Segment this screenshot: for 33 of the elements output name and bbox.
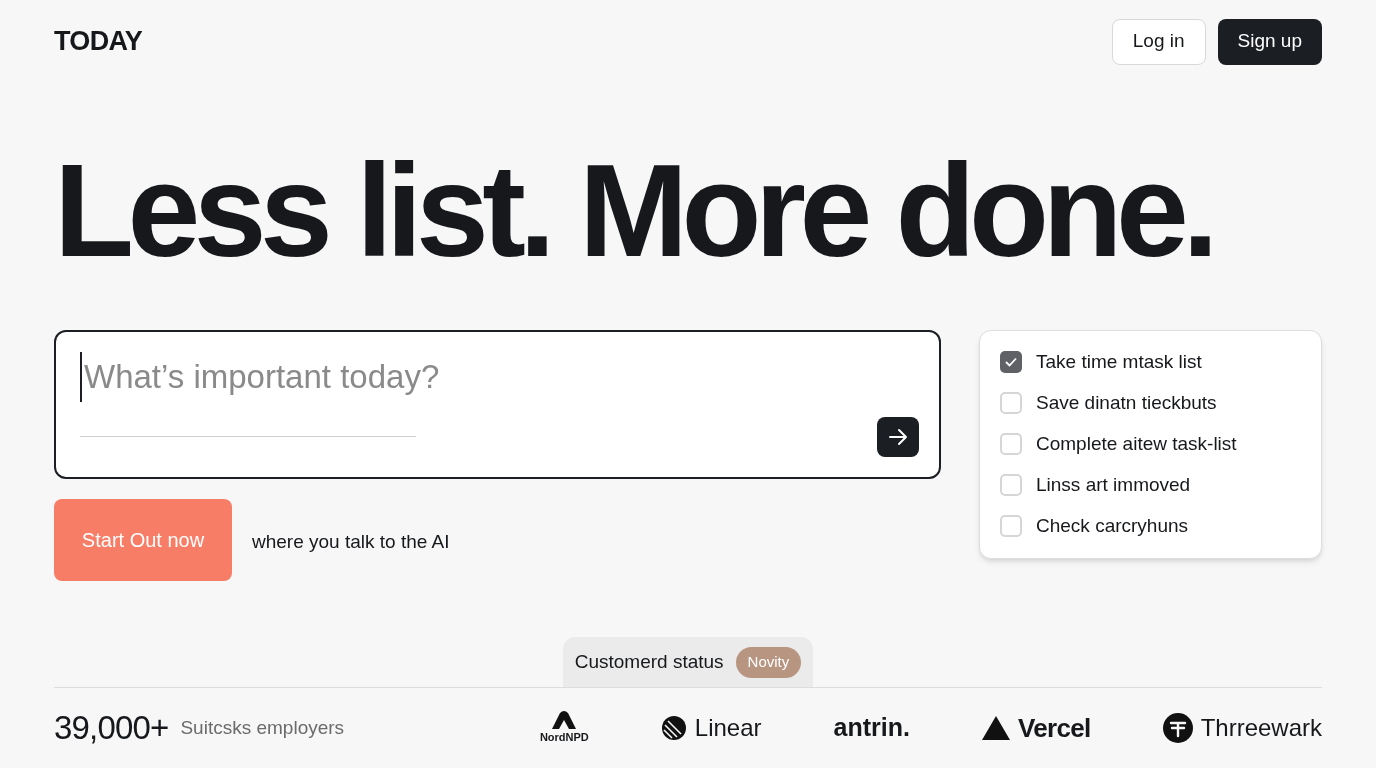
task-label: Linss art immoved (1036, 473, 1191, 498)
arch-logo-icon (550, 710, 579, 729)
triangle-logo-icon (981, 716, 1010, 741)
company-logo-name: NordNPD (539, 729, 589, 745)
task-label: Complete aitew task-list (1036, 432, 1237, 457)
striped-circle-logo-icon (660, 715, 687, 742)
sign-post-logo-icon (1162, 713, 1193, 744)
brand-logo[interactable]: TODAY (54, 21, 143, 62)
company-logo-name: Thrreewark (1200, 713, 1322, 744)
cta-caption: where you talk to the AI (252, 530, 450, 555)
checkbox[interactable] (1000, 433, 1022, 456)
checkmark-icon (1005, 357, 1017, 368)
checkbox[interactable] (1000, 392, 1022, 415)
status-badge: Novity (735, 647, 802, 678)
task-text-input[interactable]: What’s important today? (80, 352, 915, 402)
company-logo-name: Vercel (1017, 711, 1091, 745)
sign-up-button[interactable]: Sign up (1217, 18, 1322, 65)
status-label: Customerd status (574, 650, 724, 675)
task-label: Check carcryhuns (1036, 514, 1189, 539)
log-in-button[interactable]: Log in (1111, 18, 1206, 65)
company-logo-name: Linear (694, 713, 762, 744)
stat-value: 39,000+ (54, 708, 169, 749)
stat-label: Suitcsks employers (180, 715, 345, 740)
submit-arrow-button[interactable] (877, 417, 919, 458)
headline: Less list. More done. (54, 145, 1214, 277)
checkbox[interactable] (1000, 515, 1022, 538)
task-label: Save dinatn tieckbuts (1036, 391, 1217, 416)
task-input-field[interactable]: What’s important today? (54, 330, 941, 480)
checkbox[interactable] (1000, 351, 1022, 374)
arrow-right-icon (888, 428, 908, 447)
company-logo-name: antrin. (833, 712, 910, 744)
task-label: Take time mtask list (1036, 350, 1202, 375)
checkbox[interactable] (1000, 474, 1022, 497)
